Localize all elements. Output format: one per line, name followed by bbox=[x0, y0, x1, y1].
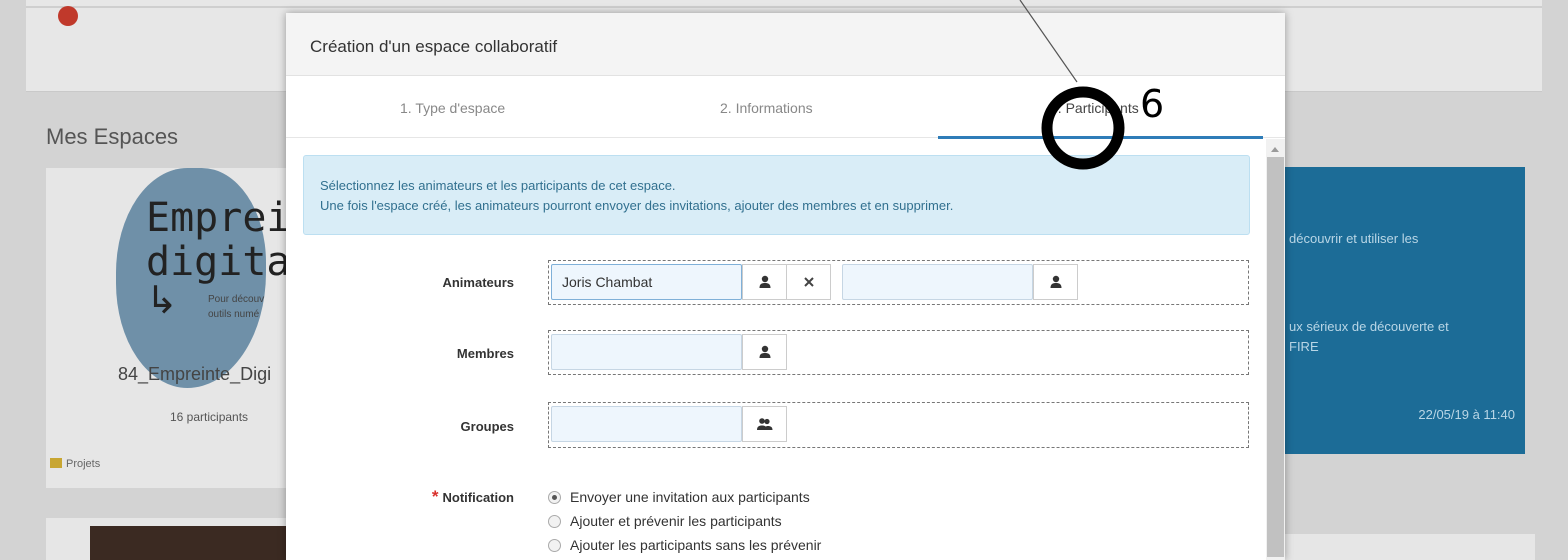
membres-dropzone bbox=[548, 330, 1249, 375]
animateur-input[interactable]: Joris Chambat bbox=[551, 264, 742, 300]
scroll-thumb[interactable] bbox=[1267, 157, 1284, 557]
modal-header: Création d'un espace collaboratif bbox=[286, 13, 1285, 76]
info-line-2: Une fois l'espace créé, les animateurs p… bbox=[320, 198, 954, 213]
animateur-input-new[interactable] bbox=[842, 264, 1033, 300]
membre-user-button[interactable] bbox=[742, 334, 787, 370]
app-logo-icon bbox=[58, 6, 78, 26]
groupes-label: Groupes bbox=[460, 419, 514, 434]
space-card-bottom[interactable] bbox=[46, 518, 296, 560]
radio-button[interactable] bbox=[548, 538, 561, 552]
space-card-image bbox=[90, 526, 296, 560]
space-participants-count: 16 participants bbox=[170, 410, 249, 424]
groupe-input[interactable] bbox=[551, 406, 742, 442]
groupe-button[interactable] bbox=[742, 406, 787, 442]
notification-label-text: Notification bbox=[442, 490, 515, 505]
close-icon bbox=[803, 277, 814, 287]
tab-participants[interactable]: 3. Participants bbox=[1050, 100, 1139, 116]
animateur-user-button[interactable] bbox=[742, 264, 787, 300]
membre-input[interactable] bbox=[551, 334, 742, 370]
tab-space-type[interactable]: 1. Type d'espace bbox=[400, 100, 505, 116]
scroll-up-arrow-icon[interactable] bbox=[1271, 147, 1279, 152]
wizard-tabs: 1. Type d'espace 2. Informations 3. Part… bbox=[286, 76, 1285, 139]
create-space-modal: Création d'un espace collaboratif 1. Typ… bbox=[286, 13, 1285, 560]
notification-option-label: Ajouter et prévenir les participants bbox=[570, 513, 782, 529]
space-name: 84_Empreinte_Digi bbox=[118, 364, 272, 384]
animateurs-dropzone: Joris Chambat bbox=[548, 260, 1249, 305]
user-icon bbox=[1050, 275, 1061, 288]
card-text-2: ux sérieux de découverte et bbox=[1289, 319, 1449, 334]
cover-subtitle-line1: Pour découv bbox=[208, 294, 265, 305]
page-title: Mes Espaces bbox=[46, 124, 179, 149]
notification-options: Envoyer une invitation aux participants … bbox=[548, 485, 821, 557]
groupes-dropzone bbox=[548, 402, 1249, 448]
membres-label: Membres bbox=[456, 346, 514, 361]
animateur-new-user-button[interactable] bbox=[1033, 264, 1078, 300]
cover-title: Emprei digita bbox=[146, 196, 291, 284]
card-text-1: découvrir et utiliser les bbox=[1289, 231, 1419, 246]
notification-option-label: Ajouter les participants sans les préven… bbox=[570, 537, 822, 553]
folder-icon bbox=[50, 458, 62, 468]
space-card[interactable]: Emprei digita ↳ Pour découv outils numé … bbox=[46, 168, 296, 488]
space-projects-label: Projets bbox=[66, 458, 101, 470]
modal-body: Sélectionnez les animateurs et les parti… bbox=[286, 139, 1266, 560]
notification-option-notify[interactable]: Ajouter et prévenir les participants bbox=[548, 509, 821, 533]
topbar-line bbox=[26, 6, 1542, 8]
cover-subtitle-line2: outils numé bbox=[208, 309, 260, 320]
annotation-step-number: 6 bbox=[1140, 82, 1165, 126]
modal-title: Création d'un espace collaboratif bbox=[310, 37, 558, 56]
animateurs-label: Animateurs bbox=[442, 275, 514, 290]
group-icon bbox=[756, 418, 772, 430]
space-card-bottom-right[interactable] bbox=[1285, 534, 1535, 560]
user-icon bbox=[759, 275, 770, 288]
modal-scrollbar[interactable] bbox=[1266, 139, 1285, 560]
notification-option-invite[interactable]: Envoyer une invitation aux participants bbox=[548, 485, 821, 509]
info-line-1: Sélectionnez les animateurs et les parti… bbox=[320, 178, 676, 193]
tab-informations[interactable]: 2. Informations bbox=[720, 100, 813, 116]
radio-button-checked[interactable] bbox=[548, 490, 561, 504]
cover-title-line1: Emprei bbox=[146, 195, 291, 241]
radio-button[interactable] bbox=[548, 514, 561, 528]
space-card-blue[interactable]: découvrir et utiliser les ux sérieux de … bbox=[1285, 167, 1525, 454]
cover-subtitle: Pour découv outils numé bbox=[208, 292, 264, 322]
card-text-3: FIRE bbox=[1289, 339, 1319, 354]
required-mark: * bbox=[431, 487, 439, 506]
cover-arrow-icon: ↳ bbox=[146, 278, 178, 322]
info-alert: Sélectionnez les animateurs et les parti… bbox=[303, 155, 1250, 235]
notification-label: * Notification bbox=[432, 487, 514, 507]
card-date: 22/05/19 à 11:40 bbox=[1418, 407, 1515, 422]
animateur-clear-button[interactable] bbox=[786, 264, 831, 300]
user-icon bbox=[759, 345, 770, 358]
notification-option-label: Envoyer une invitation aux participants bbox=[570, 489, 810, 505]
notification-option-silent[interactable]: Ajouter les participants sans les préven… bbox=[548, 533, 821, 557]
space-projects-link[interactable]: Projets bbox=[50, 458, 100, 470]
